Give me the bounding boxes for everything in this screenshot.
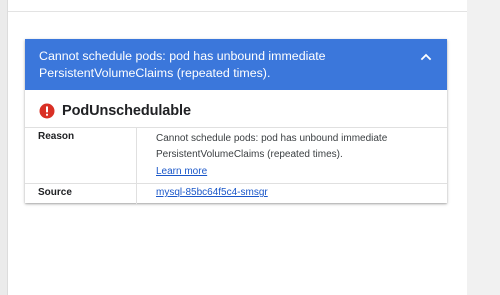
column-divider <box>136 128 137 183</box>
details-table: Reason Cannot schedule pods: pod has unb… <box>25 127 447 204</box>
event-title-row: PodUnschedulable <box>39 102 191 120</box>
table-row: Source mysql-85bc64f5c4-smsgr <box>25 184 447 204</box>
event-card: Cannot schedule pods: pod has unbound im… <box>25 39 447 204</box>
chevron-up-icon <box>420 53 432 61</box>
top-divider <box>8 11 467 12</box>
column-divider <box>136 184 137 204</box>
error-icon <box>39 103 55 119</box>
collapse-button[interactable] <box>415 46 437 68</box>
reason-value: Cannot schedule pods: pod has unbound im… <box>156 133 388 160</box>
event-title: PodUnschedulable <box>62 103 191 119</box>
table-row: Reason Cannot schedule pods: pod has unb… <box>25 128 447 184</box>
right-panel-edge <box>467 0 500 295</box>
event-banner[interactable]: Cannot schedule pods: pod has unbound im… <box>25 39 447 90</box>
left-panel-edge <box>0 0 8 295</box>
learn-more-link[interactable]: Learn more <box>156 166 207 177</box>
source-link[interactable]: mysql-85bc64f5c4-smsgr <box>156 187 268 198</box>
banner-message: Cannot schedule pods: pod has unbound im… <box>39 49 326 80</box>
reason-label: Reason <box>38 131 75 142</box>
source-label: Source <box>38 187 72 198</box>
